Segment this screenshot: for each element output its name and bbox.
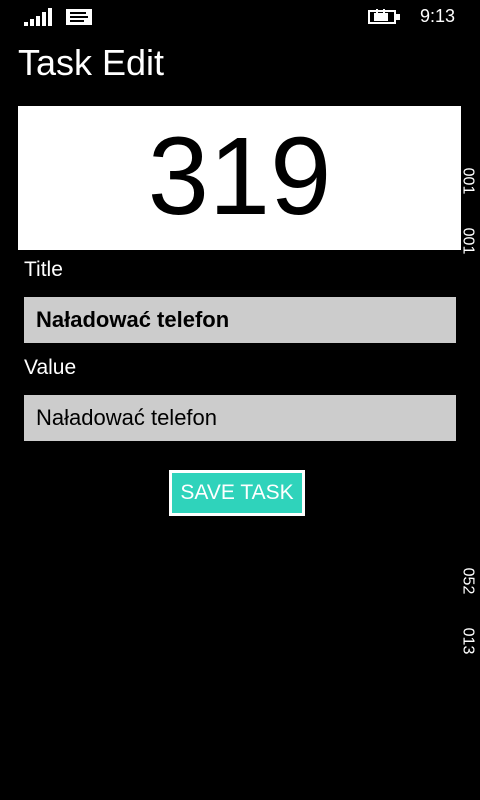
- title-field[interactable]: Naładować telefon: [24, 297, 456, 343]
- debug-counter: 013: [459, 627, 477, 655]
- value-number: 319: [147, 115, 332, 238]
- message-icon: [66, 9, 92, 25]
- app-screen: 9:13 Task Edit 319 Title Naładować telef…: [0, 0, 480, 800]
- value-field[interactable]: Naładować telefon: [24, 395, 456, 441]
- value-label: Value: [24, 356, 77, 379]
- page-title: Task Edit: [18, 42, 165, 83]
- battery-charging-icon: [368, 9, 400, 24]
- signal-strength-icon: [24, 8, 54, 26]
- debug-counter: 001: [459, 227, 477, 255]
- value-display-panel: 319: [18, 106, 461, 250]
- debug-counter: 001: [459, 167, 477, 195]
- title-label: Title: [24, 258, 63, 281]
- debug-counter: 052: [459, 567, 477, 595]
- status-time: 9:13: [420, 6, 456, 26]
- status-bar: 9:13: [0, 0, 480, 34]
- save-task-button[interactable]: SAVE TASK: [169, 470, 305, 516]
